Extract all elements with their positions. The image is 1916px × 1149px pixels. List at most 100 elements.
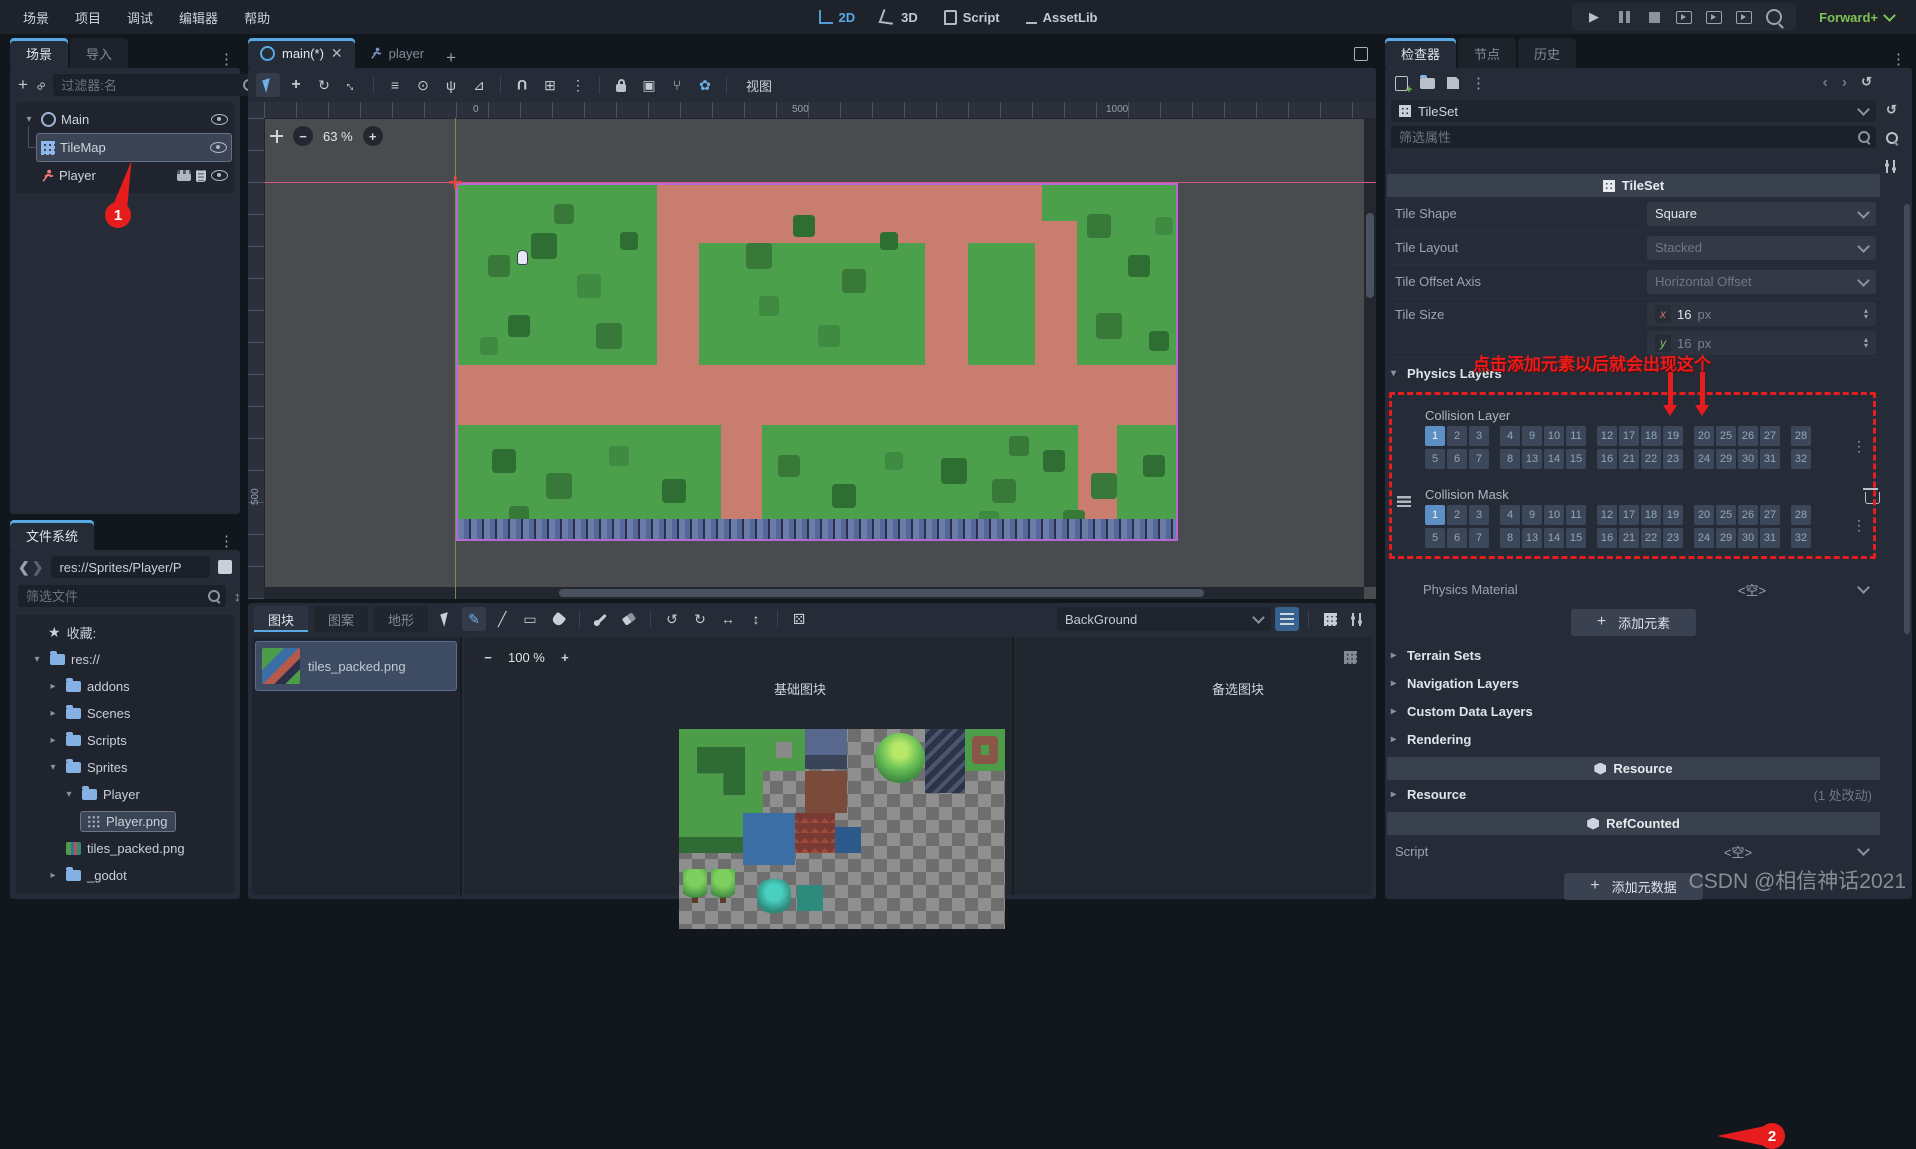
collision-layer-bit[interactable]: 12 (1597, 426, 1617, 446)
tile-atlas-image[interactable] (679, 729, 1005, 929)
history-back-icon[interactable]: ‹ (1822, 74, 1827, 92)
collision-layer-bit[interactable]: 21 (1619, 449, 1639, 469)
collision-mask-bit[interactable]: 16 (1597, 528, 1617, 548)
play-scene-button[interactable] (1706, 9, 1722, 25)
collision-mask-bit[interactable]: 27 (1760, 505, 1780, 525)
remote-debug-icon[interactable] (1676, 9, 1692, 25)
physics-material-dropdown[interactable]: <空> (1643, 577, 1876, 601)
center-view-icon[interactable] (270, 129, 283, 143)
visibility-eye-icon[interactable] (210, 142, 227, 153)
pivot-tool[interactable]: ⊙ (411, 73, 435, 97)
collision-mask-bit[interactable]: 10 (1544, 505, 1564, 525)
canvas-vertical-scrollbar[interactable] (1364, 118, 1376, 587)
fs-item-addons[interactable]: ▸ addons (18, 673, 232, 700)
bucket-fill-tool[interactable] (546, 607, 570, 631)
collision-mask-bit[interactable]: 29 (1716, 528, 1736, 548)
fs-favorites[interactable]: ★ 收藏: (18, 619, 232, 646)
pause-button[interactable] (1616, 9, 1632, 25)
zoom-level[interactable]: 100 % (508, 650, 545, 665)
collision-mask-bit[interactable]: 20 (1694, 505, 1714, 525)
skeleton-options-icon[interactable]: ✿ (693, 73, 717, 97)
menu-item[interactable]: 编辑器 (166, 8, 231, 27)
menu-item[interactable]: 场景 (10, 8, 62, 27)
eraser-tool[interactable] (617, 607, 641, 631)
context-switcher-item[interactable]: 3D (878, 9, 918, 25)
delete-element-icon[interactable] (1863, 488, 1880, 504)
collision-mask-bit[interactable]: 17 (1619, 505, 1639, 525)
lock-icon[interactable] (609, 73, 633, 97)
collision-layer-bit[interactable]: 25 (1716, 426, 1736, 446)
tile-layout-dropdown[interactable]: Stacked (1647, 235, 1876, 260)
movie-maker-icon[interactable] (1766, 9, 1782, 25)
property-filter[interactable] (1391, 126, 1876, 148)
collision-mask-bit[interactable]: 31 (1760, 528, 1780, 548)
tab-tiles[interactable]: 图块 (254, 606, 309, 632)
scene-filter-input[interactable] (59, 76, 240, 94)
collision-layer-bit[interactable]: 18 (1641, 426, 1661, 446)
select-tool[interactable] (256, 73, 280, 97)
collision-layer-bit[interactable]: 32 (1791, 449, 1811, 469)
doc-search-icon[interactable] (1886, 132, 1898, 144)
fs-item-godot[interactable]: ▸ _godot (18, 862, 232, 889)
grid-menu-icon[interactable]: ⋮ (1852, 517, 1866, 534)
add-element-button[interactable]: + 添加元素 (1570, 608, 1697, 636)
history-forward-icon[interactable]: › (1842, 74, 1847, 92)
context-switcher-item[interactable]: Script (943, 9, 1000, 25)
collapse-arrow-icon[interactable]: ▸ (46, 681, 60, 692)
collision-mask-bit[interactable]: 4 (1500, 505, 1520, 525)
advanced-menu-icon[interactable] (1346, 607, 1370, 631)
dock-menu-icon[interactable]: ⋮ (219, 50, 240, 68)
grid-snap-icon[interactable]: ⊞ (538, 73, 562, 97)
zoom-out-button[interactable]: − (293, 126, 313, 146)
collision-layer-bit[interactable]: 9 (1522, 426, 1542, 446)
tab-terrains[interactable]: 地形 (374, 606, 429, 632)
object-history-icon[interactable]: ↺ (1861, 74, 1872, 92)
tile-select-tool[interactable] (434, 607, 458, 631)
collision-layer-bit[interactable]: 8 (1500, 449, 1520, 469)
collision-layer-bit[interactable]: 31 (1760, 449, 1780, 469)
collision-layer-bit[interactable]: 10 (1544, 426, 1564, 446)
ruler-tool[interactable]: ⊿ (467, 73, 491, 97)
layer-dropdown[interactable]: BackGround (1057, 607, 1271, 631)
visibility-eye-icon[interactable] (211, 170, 228, 181)
collision-mask-bit[interactable]: 11 (1566, 505, 1586, 525)
stop-button[interactable] (1646, 9, 1662, 25)
tab-node[interactable]: 节点 (1458, 38, 1517, 68)
collision-layer-bit[interactable]: 23 (1663, 449, 1683, 469)
atlas-view[interactable]: − 100 % + 基础图块 备选图块 (464, 637, 1372, 929)
close-icon[interactable]: ✕ (331, 45, 343, 62)
dock-menu-icon[interactable]: ⋮ (1891, 50, 1912, 68)
tab-inspector[interactable]: 检查器 (1385, 38, 1457, 68)
scene-node-tilemap[interactable]: TileMap (28, 126, 232, 162)
collision-mask-bit[interactable]: 23 (1663, 528, 1683, 548)
collision-mask-bit[interactable]: 14 (1544, 528, 1564, 548)
tab-import[interactable]: 导入 (70, 38, 129, 68)
collision-layer-bit[interactable]: 4 (1500, 426, 1520, 446)
inspector-scrollbar[interactable] (1904, 204, 1910, 634)
rotate-left-icon[interactable]: ↺ (660, 607, 684, 631)
paint-tool[interactable]: ✎ (462, 607, 487, 631)
history-icon[interactable]: ↺ (1886, 102, 1897, 118)
random-tile-icon[interactable]: ⚄ (787, 607, 811, 631)
collision-layer-bit[interactable]: 26 (1738, 426, 1758, 446)
collapse-arrow-icon[interactable]: ▸ (46, 870, 60, 881)
history-back-icon[interactable]: ❮ (18, 559, 30, 576)
fs-item-sprites[interactable]: ▾ Sprites (18, 754, 232, 781)
toggle-split-icon[interactable] (218, 560, 232, 574)
canvas-horizontal-scrollbar[interactable] (264, 587, 1364, 599)
zoom-out-button[interactable]: − (478, 647, 498, 667)
collision-layer-bit[interactable]: 5 (1425, 449, 1445, 469)
tile-source-item[interactable]: tiles_packed.png (255, 641, 457, 691)
tile-offset-axis-dropdown[interactable]: Horizontal Offset (1647, 269, 1876, 294)
fs-item-scripts[interactable]: ▸ Scripts (18, 727, 232, 754)
atlas-grid-icon[interactable] (1338, 645, 1362, 669)
script-dropdown[interactable]: <空> (1615, 839, 1876, 863)
collision-mask-bit[interactable]: 30 (1738, 528, 1758, 548)
path-input[interactable] (57, 558, 204, 576)
collision-layer-bit[interactable]: 24 (1694, 449, 1714, 469)
collision-layer-bit[interactable]: 19 (1663, 426, 1683, 446)
collision-layer-bit[interactable]: 14 (1544, 449, 1564, 469)
zoom-in-button[interactable]: + (362, 126, 383, 146)
load-resource-icon[interactable] (1420, 74, 1435, 89)
collision-mask-bit[interactable]: 18 (1641, 505, 1661, 525)
